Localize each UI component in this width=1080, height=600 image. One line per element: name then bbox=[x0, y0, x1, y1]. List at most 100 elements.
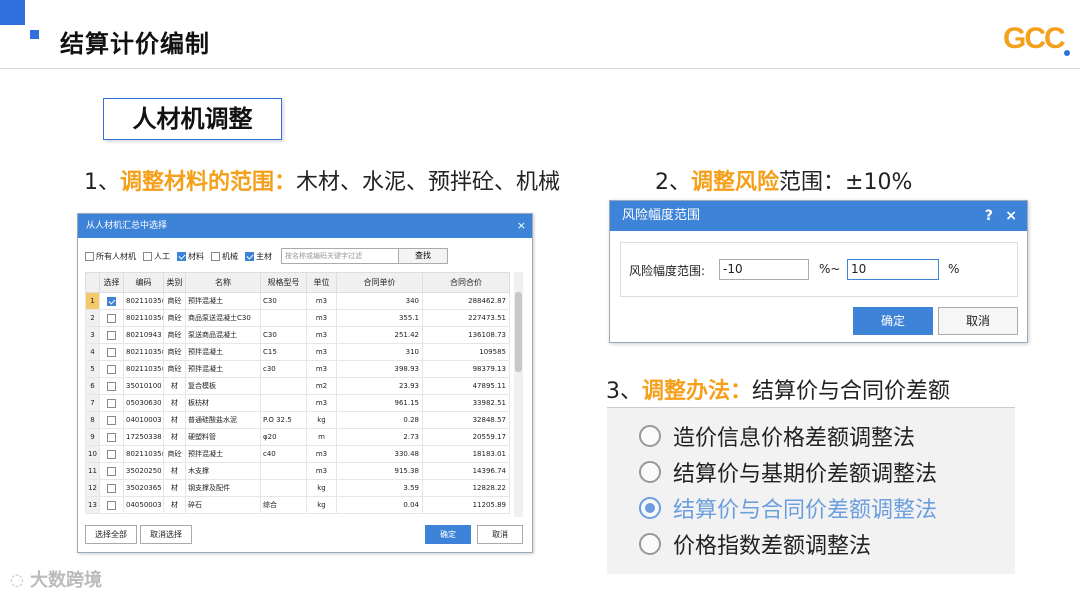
table-row[interactable]: 9 17250338 材硬塑料管 φ20 m 2.73 20559.17 bbox=[85, 428, 510, 446]
filter-search-input[interactable]: 按名称或编码关键字过滤 bbox=[281, 248, 405, 264]
row-checkbox[interactable] bbox=[107, 449, 116, 459]
total-cell: 288462.87 bbox=[422, 292, 510, 310]
table-row[interactable]: 11 35020250 材木支撑 m3 915.38 14396.74 bbox=[85, 462, 510, 480]
filter-material[interactable]: 材料 bbox=[177, 251, 204, 262]
row-checkbox[interactable] bbox=[107, 398, 116, 408]
table-row[interactable]: 10 80211035@8商砼预拌混凝土c40m3330.4818183.01 bbox=[85, 445, 510, 463]
table-row[interactable]: 7 05030630 材板枋材 m3 961.15 33982.51 bbox=[85, 394, 510, 412]
row-checkbox[interactable] bbox=[107, 330, 116, 340]
filter-machine[interactable]: 机械 bbox=[211, 251, 238, 262]
method-option-base-price[interactable]: 结算价与基期价差额调整法 bbox=[639, 457, 937, 487]
filter-all[interactable]: 所有人材机 bbox=[85, 251, 136, 262]
method-option-contract-price[interactable]: 结算价与合同价差额调整法 bbox=[639, 493, 937, 523]
table-row[interactable]: 3 80210943 商砼 泵送商品混凝土 C30 m3 251.42 136108.73 bbox=[85, 326, 510, 344]
column-header[interactable]: 单位 bbox=[306, 272, 337, 293]
spec-cell: C15 bbox=[260, 343, 307, 361]
risk-max-input[interactable]: 10 bbox=[847, 259, 939, 280]
radio-button[interactable] bbox=[639, 533, 661, 555]
row-checkbox[interactable] bbox=[107, 500, 116, 510]
row-checkbox-cell[interactable] bbox=[99, 394, 124, 412]
find-button[interactable]: 查找 bbox=[398, 248, 448, 264]
column-header[interactable]: 编码 bbox=[123, 272, 164, 293]
category-cell: 商砼 bbox=[163, 292, 186, 310]
column-header[interactable]: 合同合价 bbox=[422, 272, 510, 293]
range-separator: %~ bbox=[819, 262, 841, 276]
row-checkbox[interactable] bbox=[107, 296, 116, 306]
price-cell: 398.93 bbox=[336, 360, 423, 378]
row-checkbox-cell[interactable] bbox=[99, 377, 124, 395]
select-all-button[interactable]: 选择全部 bbox=[85, 525, 137, 544]
table-row[interactable]: 8 04010003 材普通硅酸盐水泥 P.O 32.5 kg 0.28 32848.57 bbox=[85, 411, 510, 429]
table-row[interactable]: 1 80211035@5商砼预拌混凝土C30m3340288462.87 bbox=[85, 292, 510, 310]
filter-checkbox[interactable] bbox=[211, 251, 220, 261]
category-cell: 材 bbox=[163, 428, 186, 446]
cancel-button[interactable]: 取消 bbox=[938, 307, 1018, 335]
table-row[interactable]: 13 04050003 材碎石 综合 kg 0.04 11205.89 bbox=[85, 496, 510, 514]
row-checkbox-cell[interactable] bbox=[99, 496, 124, 514]
risk-range-label: 风险幅度范围: bbox=[629, 264, 706, 278]
cancel-button[interactable]: 取消 bbox=[477, 525, 523, 544]
code-cell: 80211035@8 bbox=[123, 445, 164, 463]
row-checkbox[interactable] bbox=[107, 466, 116, 476]
close-icon[interactable]: × bbox=[1005, 201, 1017, 231]
scrollbar-thumb[interactable] bbox=[515, 292, 522, 372]
table-row[interactable]: 12 35020365 材钢支撑及配件 kg 3.59 12828.22 bbox=[85, 479, 510, 497]
table-row[interactable]: 6 35010100 材复合模板 m2 23.93 47895.11 bbox=[85, 377, 510, 395]
spec-cell bbox=[260, 394, 307, 412]
filter-checkbox[interactable] bbox=[177, 251, 186, 261]
row-checkbox-cell[interactable] bbox=[99, 360, 124, 378]
filter-labor[interactable]: 人工 bbox=[143, 251, 170, 262]
total-cell: 11205.89 bbox=[422, 496, 510, 514]
column-header[interactable]: 规格型号 bbox=[260, 272, 307, 293]
filter-checkbox[interactable] bbox=[85, 251, 94, 261]
unit-cell: m3 bbox=[306, 309, 337, 327]
radio-button[interactable] bbox=[639, 497, 661, 519]
row-checkbox-cell[interactable] bbox=[99, 428, 124, 446]
radio-button[interactable] bbox=[639, 425, 661, 447]
row-checkbox-cell[interactable] bbox=[99, 411, 124, 429]
row-checkbox-cell[interactable] bbox=[99, 479, 124, 497]
unit-cell: m2 bbox=[306, 377, 337, 395]
dialog-title: 风险幅度范围 bbox=[622, 208, 701, 223]
vertical-scrollbar[interactable] bbox=[514, 272, 523, 517]
filter-checkbox[interactable] bbox=[143, 251, 152, 261]
row-checkbox-cell[interactable] bbox=[99, 292, 124, 310]
close-icon[interactable]: × bbox=[517, 214, 526, 238]
filter-main-material[interactable]: 主材 bbox=[245, 251, 272, 262]
row-checkbox-cell[interactable] bbox=[99, 462, 124, 480]
row-checkbox-cell[interactable] bbox=[99, 343, 124, 361]
table-row[interactable]: 2 80211035@6商砼商品泵送混凝土C30 m3355.1227473.51 bbox=[85, 309, 510, 327]
column-header[interactable]: 类别 bbox=[163, 272, 186, 293]
ok-button[interactable]: 确定 bbox=[425, 525, 471, 544]
row-checkbox[interactable] bbox=[107, 313, 116, 323]
row-checkbox[interactable] bbox=[107, 364, 116, 374]
row-checkbox-cell[interactable] bbox=[99, 326, 124, 344]
row-checkbox-cell[interactable] bbox=[99, 309, 124, 327]
row-checkbox[interactable] bbox=[107, 432, 116, 442]
help-icon[interactable]: ? bbox=[985, 201, 993, 231]
table-row[interactable]: 5 80211035@7商砼预拌混凝土c30m3398.9398379.13 bbox=[85, 360, 510, 378]
method-label: 价格指数差额调整法 bbox=[673, 534, 872, 559]
row-checkbox[interactable] bbox=[107, 483, 116, 493]
code-cell: 04010003 bbox=[123, 411, 164, 429]
point-number: 2、 bbox=[655, 170, 691, 195]
radio-button[interactable] bbox=[639, 461, 661, 483]
column-header[interactable]: 合同单价 bbox=[336, 272, 423, 293]
price-cell: 251.42 bbox=[336, 326, 423, 344]
total-cell: 98379.13 bbox=[422, 360, 510, 378]
row-checkbox[interactable] bbox=[107, 347, 116, 357]
column-header[interactable]: 名称 bbox=[185, 272, 261, 293]
method-option-info-price[interactable]: 造价信息价格差额调整法 bbox=[639, 421, 915, 451]
table-row[interactable]: 4 80211035@1商砼预拌混凝土C15m3310109585 bbox=[85, 343, 510, 361]
row-checkbox[interactable] bbox=[107, 381, 116, 391]
row-checkbox[interactable] bbox=[107, 415, 116, 425]
name-cell: 泵送商品混凝土 bbox=[185, 326, 261, 344]
filter-checkbox[interactable] bbox=[245, 251, 254, 261]
method-option-price-index[interactable]: 价格指数差额调整法 bbox=[639, 529, 871, 559]
ok-button[interactable]: 确定 bbox=[853, 307, 933, 335]
cancel-selection-button[interactable]: 取消选择 bbox=[140, 525, 192, 544]
column-header[interactable]: 选择 bbox=[99, 272, 124, 293]
total-cell: 109585 bbox=[422, 343, 510, 361]
row-checkbox-cell[interactable] bbox=[99, 445, 124, 463]
risk-min-input[interactable]: -10 bbox=[719, 259, 809, 280]
